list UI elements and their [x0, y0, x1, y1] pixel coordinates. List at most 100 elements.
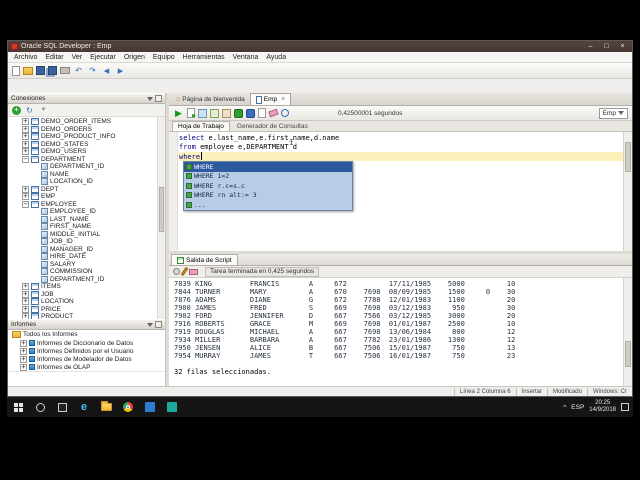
chrome-icon[interactable]	[117, 397, 139, 417]
undo-icon[interactable]	[73, 65, 84, 76]
tree-item-first-name[interactable]: FIRST_NAME	[8, 223, 165, 231]
chevron-down-icon[interactable]	[147, 322, 153, 327]
menu-origen[interactable]: Origen	[120, 54, 149, 61]
output-scrollbar[interactable]	[623, 278, 632, 386]
new-connection-icon[interactable]	[12, 105, 21, 115]
tree-item-salary[interactable]: SALARY	[8, 260, 165, 269]
menu-editar[interactable]: Editar	[41, 54, 67, 61]
collapse-panel-icon[interactable]	[155, 95, 162, 102]
expand-icon[interactable]: +	[22, 313, 29, 319]
taskbar-clock[interactable]: 20:25 14/9/2018	[589, 400, 616, 414]
scrollbar-thumb[interactable]	[159, 187, 164, 232]
report-item-informes-de-modelador-de-datos[interactable]: + Informes de Modelador de Datos	[8, 355, 165, 363]
scrollbar-thumb[interactable]	[625, 340, 631, 367]
unshared-worksheet-icon[interactable]	[258, 108, 266, 118]
run-statement-icon[interactable]	[173, 108, 184, 119]
script-output-tab[interactable]: Salida de Script	[171, 254, 238, 265]
tray-expand-icon[interactable]: ^	[563, 404, 566, 411]
chevron-down-icon[interactable]	[147, 96, 153, 101]
menu-archivo[interactable]: Archivo	[10, 54, 41, 61]
close-icon[interactable]: ×	[281, 96, 285, 103]
save-icon[interactable]	[36, 66, 45, 75]
refresh-icon[interactable]	[24, 105, 35, 116]
autocomplete-item[interactable]: WHERE	[184, 162, 352, 172]
menu-ventana[interactable]: Ventana	[229, 54, 263, 61]
autotrace-icon[interactable]	[198, 108, 207, 118]
menu-herramientas[interactable]: Herramientas	[179, 54, 229, 61]
app-blue-icon[interactable]	[139, 397, 161, 417]
save-all-icon[interactable]	[48, 66, 57, 75]
history-icon[interactable]	[281, 109, 289, 117]
tree-item-department-id[interactable]: DEPARTMENT_ID	[8, 163, 165, 171]
tree-item-demo-product-info[interactable]: + DEMO_PRODUCT_INFO	[8, 133, 165, 141]
collapse-panel-icon[interactable]	[155, 321, 162, 328]
tab-hoja-de-trabajo[interactable]: Hoja de Trabajo	[172, 121, 230, 131]
search-icon[interactable]	[29, 397, 51, 417]
close-button[interactable]: ×	[616, 43, 629, 50]
autocomplete-item[interactable]: WHERE r.c=s.c	[184, 181, 352, 191]
tree-item-dept[interactable]: + DEPT	[8, 185, 165, 194]
autocomplete-item[interactable]: WHERE 1=2	[184, 172, 352, 182]
expand-icon[interactable]: −	[22, 200, 29, 208]
tree-item-employee-id[interactable]: EMPLOYEE_ID	[8, 208, 165, 216]
tree-item-middle-initial[interactable]: MIDDLE_INITIAL	[8, 230, 165, 239]
tree-item-product[interactable]: + PRODUCT	[8, 313, 165, 319]
minimize-button[interactable]: –	[584, 43, 597, 50]
tree-item-department[interactable]: − DEPARTMENT	[8, 155, 165, 164]
tree-item-commission[interactable]: COMMISSION	[8, 268, 165, 276]
run-script-icon[interactable]	[187, 108, 196, 119]
expand-icon[interactable]: +	[20, 355, 27, 363]
tree-item-name[interactable]: NAME	[8, 170, 165, 179]
explain-plan-icon[interactable]	[210, 108, 219, 118]
tree-item-job[interactable]: + JOB	[8, 290, 165, 299]
script-output-pane[interactable]: 7839 KING FRANCIS A 672 17/11/1985 5000 …	[169, 278, 632, 386]
tree-item-last-name[interactable]: LAST_NAME	[8, 215, 165, 224]
menu-ejecutar[interactable]: Ejecutar	[86, 54, 120, 61]
clear-icon[interactable]	[268, 108, 279, 118]
back-icon[interactable]	[101, 65, 112, 76]
tab-emp[interactable]: Emp ×	[249, 93, 292, 105]
autocomplete-item[interactable]: ...	[184, 200, 352, 210]
rollback-icon[interactable]	[246, 108, 255, 118]
scrollbar-thumb[interactable]	[625, 142, 631, 172]
maximize-button[interactable]: □	[600, 43, 613, 50]
commit-icon[interactable]	[234, 108, 243, 118]
open-folder-icon[interactable]	[23, 66, 33, 75]
tree-item-manager-id[interactable]: MANAGER_ID	[8, 245, 165, 254]
tree-item-employee[interactable]: − EMPLOYEE	[8, 200, 165, 209]
tree-item-emp[interactable]: + EMP	[8, 193, 165, 201]
edge-icon[interactable]	[73, 397, 95, 417]
apply-filter-icon[interactable]	[38, 105, 49, 116]
expand-icon[interactable]: −	[22, 155, 29, 163]
report-item-informes-definidos-por-el-usuario[interactable]: + Informes Definidos por el Usuario	[8, 347, 165, 355]
connection-selector[interactable]: Emp	[598, 107, 628, 119]
start-button[interactable]	[7, 397, 29, 417]
expand-icon[interactable]: +	[20, 347, 27, 355]
app-teal-icon[interactable]	[161, 397, 183, 417]
expand-icon[interactable]: +	[20, 339, 27, 347]
tree-item-job-id[interactable]: JOB_ID	[8, 238, 165, 246]
report-item-informes-de-olap[interactable]: + Informes de OLAP	[8, 363, 165, 371]
menu-ver[interactable]: Ver	[68, 54, 87, 61]
editor-scrollbar[interactable]	[623, 132, 632, 251]
language-indicator[interactable]: ESP	[571, 404, 584, 411]
reports-root[interactable]: Todos los Informes	[8, 330, 165, 339]
tree-item-demo-orders[interactable]: + DEMO_ORDERS	[8, 125, 165, 134]
tree-item-items[interactable]: + ITEMS	[8, 283, 165, 291]
sql-editor[interactable]: select e.last_name,e.first_name,d.name fr…	[169, 132, 632, 251]
tab-generador-de-consultas[interactable]: Generador de Consultas	[232, 121, 313, 131]
title-bar[interactable]: Oracle SQL Developer : Emp – □ ×	[8, 41, 632, 52]
tree-item-price[interactable]: + PRICE	[8, 305, 165, 314]
expand-icon[interactable]: +	[20, 363, 27, 371]
tree-item-demo-order-items[interactable]: + DEMO_ORDER_ITEMS	[8, 118, 165, 126]
task-view-icon[interactable]	[51, 397, 73, 417]
tree-item-demo-users[interactable]: + DEMO_USERS	[8, 148, 165, 156]
menu-equipo[interactable]: Equipo	[149, 54, 179, 61]
code-area[interactable]: select e.last_name,e.first_name,d.name fr…	[179, 134, 623, 161]
redo-icon[interactable]	[87, 65, 98, 76]
reports-panel-header[interactable]: Informes	[8, 319, 165, 330]
forward-icon[interactable]	[115, 65, 126, 76]
tree-item-demo-states[interactable]: + DEMO_STATES	[8, 140, 165, 149]
connections-tree[interactable]: + DEMO_ORDER_ITEMS + DEMO_ORDERS + DEMO_PRODU…	[8, 117, 165, 319]
report-item-informes-de-diccionario-de-datos[interactable]: + Informes de Diccionario de Datos	[8, 339, 165, 347]
